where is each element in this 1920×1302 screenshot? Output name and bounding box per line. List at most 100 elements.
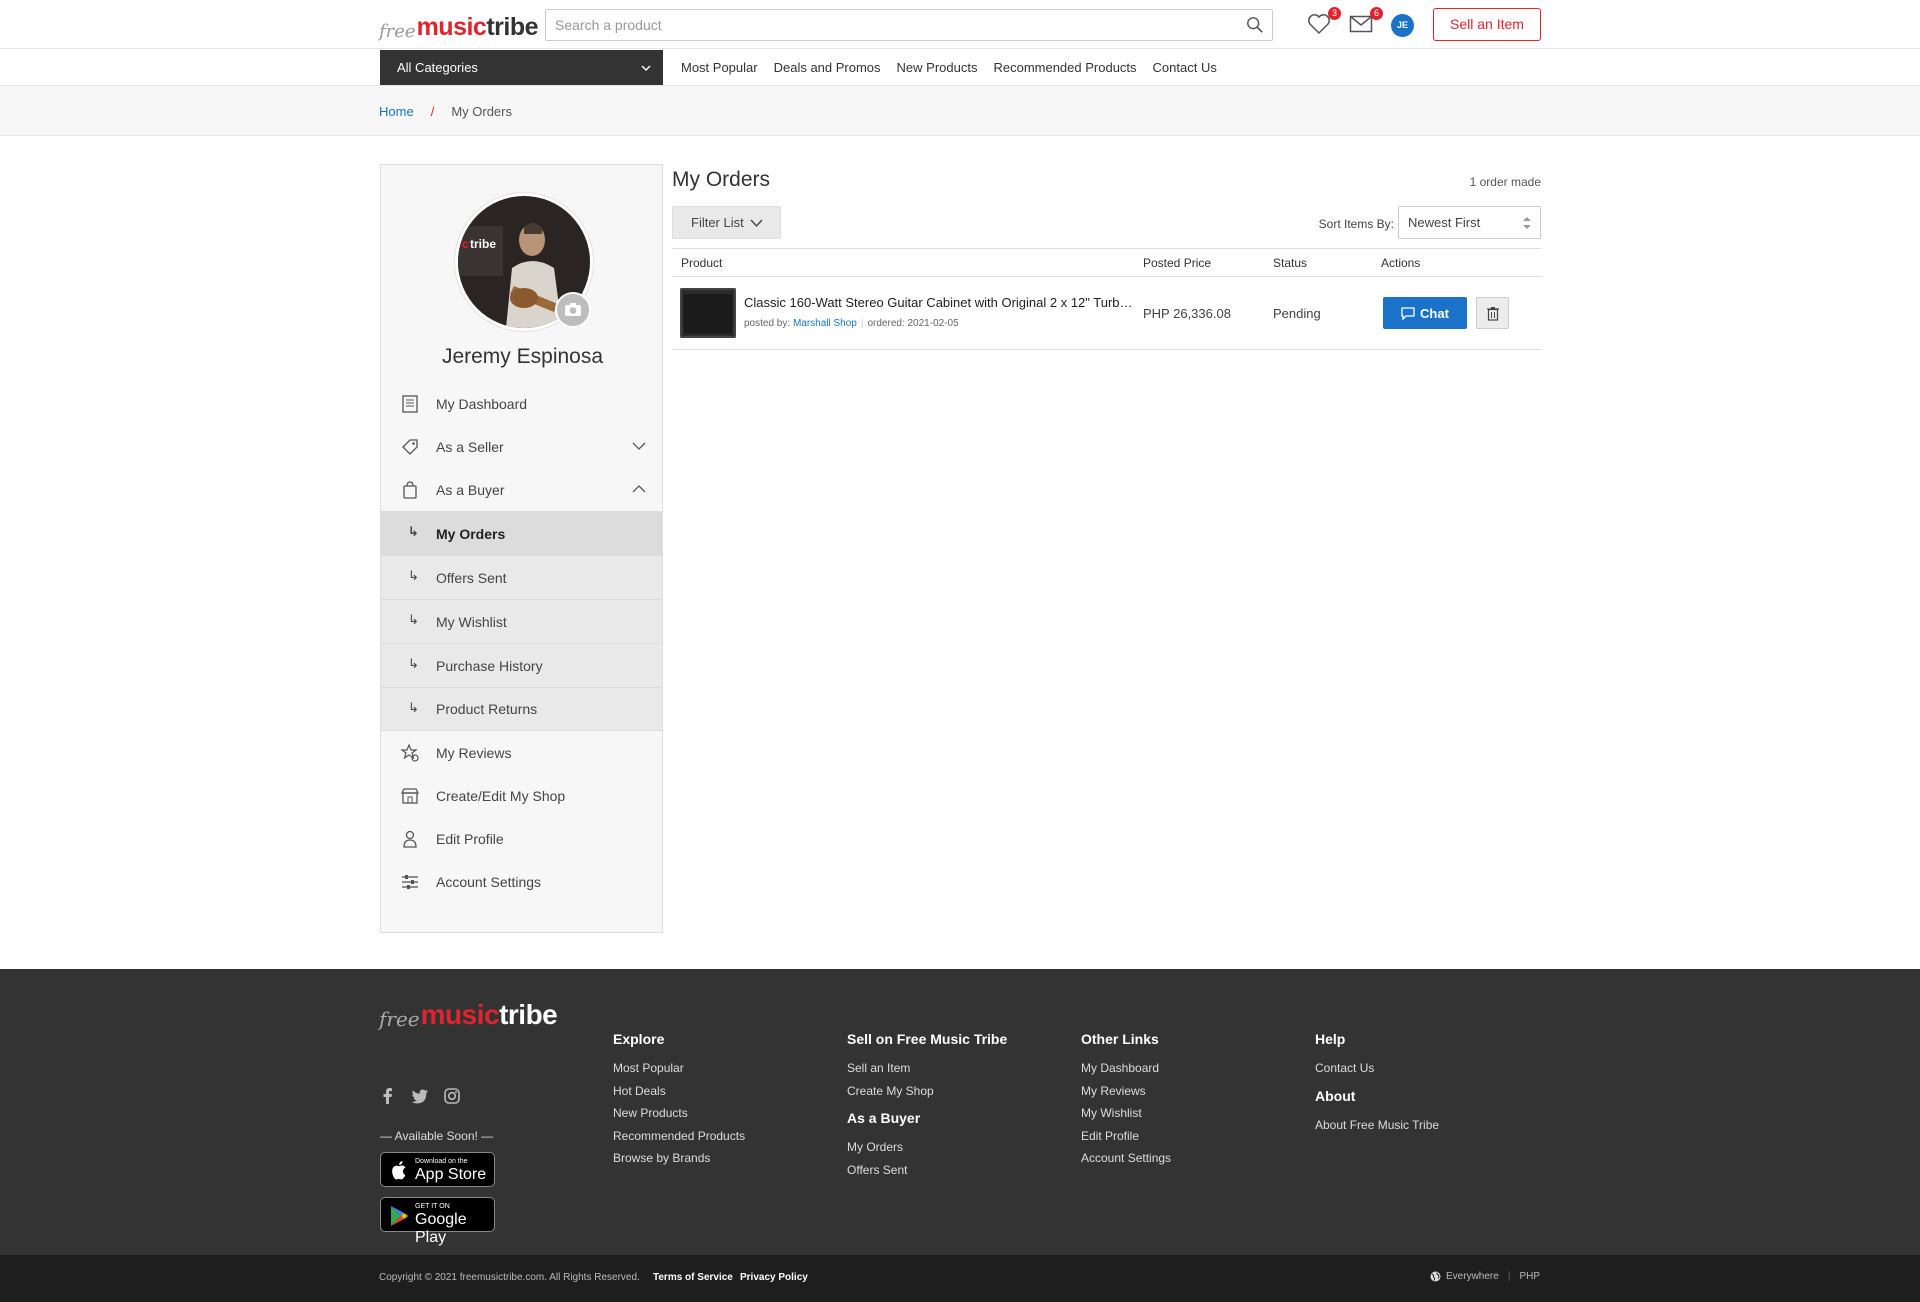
- heart-icon: [1308, 14, 1330, 35]
- footer-link[interactable]: My Orders: [847, 1136, 1007, 1159]
- page-title: My Orders: [672, 168, 771, 191]
- footer-link[interactable]: Account Settings: [1081, 1147, 1171, 1170]
- nav-link-most-popular[interactable]: Most Popular: [681, 60, 758, 75]
- trash-icon: [1487, 307, 1499, 321]
- social-links: [379, 1087, 461, 1105]
- nav-links: Most Popular Deals and Promos New Produc…: [681, 49, 1217, 86]
- sort-select[interactable]: Newest First: [1398, 206, 1541, 239]
- sidebar-item-account-settings[interactable]: Account Settings: [381, 860, 662, 903]
- sidebar-subitem-offers-sent[interactable]: ↳ Offers Sent: [381, 555, 662, 599]
- footer-link[interactable]: Edit Profile: [1081, 1125, 1171, 1148]
- search-input[interactable]: [546, 10, 1226, 40]
- sort-arrows-icon: [1523, 217, 1531, 229]
- footer-heading: Help: [1315, 1031, 1346, 1047]
- google-play-icon: [391, 1206, 408, 1226]
- footer-link[interactable]: Sell an Item: [847, 1057, 1007, 1080]
- footer-logo[interactable]: free music tribe: [379, 999, 558, 1031]
- product-name[interactable]: Classic 160-Watt Stereo Guitar Cabinet w…: [744, 295, 1134, 310]
- sliders-icon: [402, 875, 418, 889]
- subitem-arrow-icon: ↳: [408, 569, 419, 584]
- sidebar-item-shop[interactable]: Create/Edit My Shop: [381, 774, 662, 817]
- column-header-product: Product: [681, 256, 723, 270]
- logo-tribe-text: tribe: [499, 999, 558, 1030]
- logo-music-text: music: [420, 999, 500, 1030]
- sidebar-subitem-my-orders[interactable]: ↳ My Orders: [381, 511, 662, 555]
- all-categories-dropdown[interactable]: All Categories: [380, 50, 663, 85]
- sidebar-item-buyer[interactable]: As a Buyer: [381, 468, 662, 511]
- sidebar-item-label: My Reviews: [436, 744, 512, 761]
- chat-button[interactable]: Chat: [1383, 297, 1467, 329]
- currency-label: PHP: [1519, 1271, 1540, 1282]
- change-photo-button[interactable]: [555, 292, 591, 328]
- column-header-price: Posted Price: [1143, 256, 1212, 270]
- site-logo[interactable]: free music tribe: [379, 10, 539, 42]
- user-avatar[interactable]: JE: [1391, 14, 1414, 37]
- tag-icon: [402, 439, 418, 455]
- nav-link-recommended[interactable]: Recommended Products: [993, 60, 1136, 75]
- nav-link-contact[interactable]: Contact Us: [1153, 60, 1217, 75]
- instagram-icon[interactable]: [443, 1087, 461, 1105]
- sidebar-item-reviews[interactable]: My Reviews: [381, 731, 662, 774]
- terms-link[interactable]: Terms of Service: [653, 1272, 733, 1283]
- footer-link[interactable]: Browse by Brands: [613, 1147, 745, 1170]
- privacy-link[interactable]: Privacy Policy: [740, 1272, 808, 1283]
- sidebar-item-label: As a Buyer: [436, 481, 505, 498]
- region-selector[interactable]: Everywhere | PHP: [1430, 1271, 1540, 1282]
- twitter-icon[interactable]: [411, 1087, 429, 1105]
- breadcrumb: Home / My Orders: [379, 86, 512, 136]
- footer-link[interactable]: New Products: [613, 1102, 745, 1125]
- sidebar-item-label: Product Returns: [436, 701, 538, 717]
- app-store-button[interactable]: Download on the App Store: [380, 1152, 495, 1187]
- sidebar-item-label: My Orders: [436, 525, 506, 542]
- order-date: ordered: 2021-02-05: [867, 318, 959, 329]
- footer-link[interactable]: About Free Music Tribe: [1315, 1114, 1439, 1137]
- logo-music-text: music: [416, 13, 487, 41]
- search-icon[interactable]: [1246, 16, 1264, 34]
- product-thumbnail[interactable]: [680, 288, 736, 338]
- wishlist-badge: 3: [1328, 7, 1341, 20]
- sidebar-item-edit-profile[interactable]: Edit Profile: [381, 817, 662, 860]
- order-count: 1 order made: [1469, 175, 1541, 189]
- footer-link[interactable]: Contact Us: [1315, 1057, 1439, 1080]
- footer-heading: Sell on Free Music Tribe: [847, 1031, 1008, 1047]
- order-status: Pending: [1273, 306, 1321, 321]
- footer-link[interactable]: Hot Deals: [613, 1080, 745, 1103]
- sidebar-item-dashboard[interactable]: My Dashboard: [381, 382, 662, 425]
- app-store-big-text: App Store: [415, 1166, 487, 1183]
- sidebar-item-seller[interactable]: As a Seller: [381, 425, 662, 468]
- footer-link[interactable]: Most Popular: [613, 1057, 745, 1080]
- sidebar-subitem-wishlist[interactable]: ↳ My Wishlist: [381, 599, 662, 643]
- wishlist-button[interactable]: 3: [1307, 7, 1341, 37]
- shop-link[interactable]: Marshall Shop: [793, 318, 857, 329]
- messages-button[interactable]: 6: [1349, 7, 1383, 37]
- footer-heading: Explore: [613, 1031, 665, 1047]
- facebook-icon[interactable]: [379, 1087, 397, 1105]
- sidebar-item-label: As a Seller: [436, 438, 504, 455]
- footer-link[interactable]: My Wishlist: [1081, 1102, 1171, 1125]
- sidebar-item-label: Purchase History: [436, 657, 543, 674]
- account-sidebar: c tribe Jeremy Espinosa My Dashboard As …: [380, 164, 663, 933]
- filter-list-button[interactable]: Filter List: [672, 206, 781, 239]
- footer-link[interactable]: Recommended Products: [613, 1125, 745, 1148]
- sidebar-subitem-product-returns[interactable]: ↳ Product Returns: [381, 687, 662, 731]
- category-nav: All Categories Most Popular Deals and Pr…: [0, 49, 1920, 86]
- chat-label: Chat: [1420, 305, 1449, 321]
- footer-link[interactable]: My Reviews: [1081, 1080, 1171, 1103]
- footer-link[interactable]: My Dashboard: [1081, 1057, 1171, 1080]
- breadcrumb-home[interactable]: Home: [379, 104, 414, 119]
- google-play-button[interactable]: GET IT ON Google Play: [380, 1197, 495, 1246]
- sell-item-button[interactable]: Sell an Item: [1433, 8, 1541, 41]
- sidebar-item-label: Create/Edit My Shop: [436, 787, 566, 804]
- footer-heading: As a Buyer: [847, 1110, 921, 1127]
- sidebar-subitem-purchase-history[interactable]: ↳ Purchase History: [381, 643, 662, 687]
- nav-link-deals[interactable]: Deals and Promos: [774, 60, 881, 75]
- sort-value: Newest First: [1408, 215, 1481, 230]
- nav-link-new-products[interactable]: New Products: [897, 60, 978, 75]
- footer-link[interactable]: Offers Sent: [847, 1159, 1007, 1182]
- footer-link[interactable]: Create My Shop: [847, 1080, 1007, 1103]
- table-header: Product Posted Price Status Actions: [672, 248, 1541, 277]
- table-row: Classic 160-Watt Stereo Guitar Cabinet w…: [672, 277, 1541, 350]
- subitem-arrow-icon: ↳: [408, 613, 419, 628]
- delete-order-button[interactable]: [1476, 297, 1509, 329]
- subitem-arrow-icon: ↳: [408, 701, 419, 716]
